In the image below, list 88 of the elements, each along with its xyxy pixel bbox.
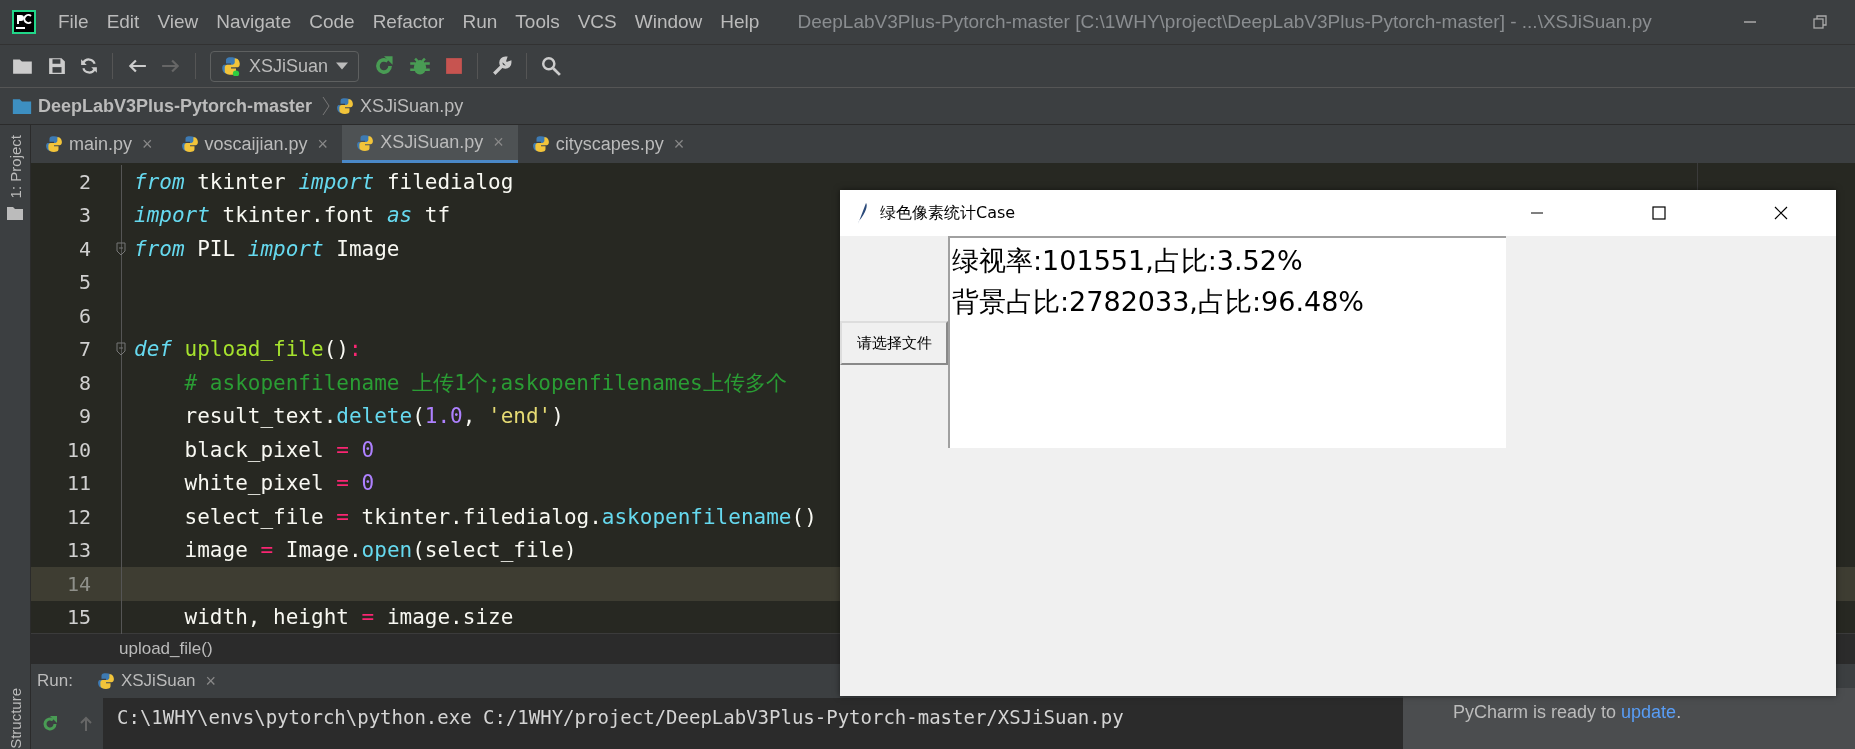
fold-marker-icon[interactable] — [116, 241, 126, 256]
folder-icon — [7, 206, 23, 221]
caret-icon — [336, 62, 349, 70]
line-number: 14 — [65, 571, 92, 596]
window-title: DeepLabV3Plus-Pytorch-master [C:\1WHY\project\DeepLabV3Plus-Pytorch-master] - ...\XSJiSuan.py — [797, 11, 1653, 33]
choose-file-button[interactable]: 请选择文件 — [840, 321, 948, 365]
menu-item[interactable]: Help — [720, 11, 760, 33]
code-line: # askopenfilename 上传1个;askopenfilenames上传多个 — [183, 369, 787, 397]
python-file-icon — [180, 135, 199, 153]
line-number: 4 — [77, 236, 92, 261]
run-configuration-dropdown[interactable]: XSJiSuan — [210, 50, 360, 82]
line-number: 10 — [65, 437, 92, 462]
structure-side-tab[interactable]: Structure — [6, 688, 24, 749]
wrench-icon[interactable] — [492, 56, 513, 76]
notification-text: PyCharm is ready to update. — [1453, 702, 1682, 723]
project-side-tab[interactable]: 1: Project — [6, 135, 24, 199]
editor-breadcrumb[interactable]: upload_file() — [119, 639, 213, 659]
menu-item[interactable]: Window — [634, 11, 703, 33]
python-file-icon — [45, 135, 63, 153]
folder-icon — [12, 98, 32, 114]
run-tab[interactable]: XSJiSuan × — [90, 670, 223, 692]
line-number: 3 — [77, 203, 92, 228]
rerun-icon[interactable] — [373, 55, 396, 77]
run-label: Run: — [37, 671, 73, 691]
python-file-icon — [356, 133, 375, 152]
window-title: 绿色像素统计Case — [880, 202, 1016, 224]
maximize-icon[interactable] — [1651, 205, 1667, 221]
code-line: def upload_file(): — [134, 337, 362, 362]
python-icon — [221, 56, 241, 76]
breadcrumb-item[interactable]: DeepLabV3Plus-Pytorch-master — [38, 95, 313, 117]
code-line: from tkinter import filedialog — [134, 169, 514, 194]
result-line: 绿视率:101551,占比:3.52% — [952, 244, 1304, 278]
file-tab[interactable]: XSJiSuan.py × — [342, 125, 518, 163]
folder-icon[interactable] — [12, 57, 34, 75]
code-line: select_file = tkinter.filedialog.askopenfilename() — [183, 504, 817, 529]
close-icon[interactable]: × — [205, 670, 217, 692]
line-number: 15 — [65, 605, 92, 630]
menu-item[interactable]: Code — [309, 11, 355, 33]
restore-icon[interactable] — [1812, 14, 1828, 30]
menu-item[interactable]: Navigate — [216, 11, 292, 33]
close-icon[interactable] — [1773, 205, 1789, 221]
menu-item[interactable]: View — [157, 11, 199, 33]
close-icon[interactable]: × — [673, 133, 685, 155]
back-arrow-icon[interactable] — [127, 57, 147, 75]
menu-item[interactable]: Edit — [106, 11, 140, 33]
bug-icon[interactable] — [409, 55, 432, 77]
python-file-icon — [531, 135, 550, 153]
app-logo-icon — [12, 10, 36, 34]
code-line: from PIL import Image — [134, 236, 400, 261]
breadcrumb-item[interactable]: XSJiSuan.py — [360, 95, 464, 117]
close-icon[interactable]: × — [142, 133, 153, 155]
fold-marker-icon[interactable] — [116, 342, 126, 357]
update-link[interactable]: update — [1621, 702, 1677, 722]
line-number: 5 — [77, 270, 92, 295]
file-tab[interactable]: voscaijian.py × — [166, 125, 343, 163]
line-number: 13 — [65, 538, 92, 563]
feather-icon — [856, 201, 868, 225]
line-number: 2 — [77, 169, 92, 194]
line-number: 12 — [65, 504, 92, 529]
result-text-area[interactable]: 绿视率:101551,占比:3.52% 背景占比:2782033,占比:96.48% — [948, 236, 1506, 448]
stop-icon[interactable] — [445, 57, 464, 75]
file-tab[interactable]: main.py × — [31, 125, 167, 163]
code-line: width, height = image.size — [183, 605, 514, 630]
console-output: C:\1WHY\envs\pytorch\python.exe C:/1WHY/project/DeepLabV3Plus-Pytorch-master/XSJiSuan.py — [116, 705, 1124, 730]
file-tab[interactable]: cityscapes.py × — [517, 125, 699, 163]
menu-item[interactable]: VCS — [577, 11, 617, 33]
menu-item[interactable]: Run — [462, 11, 498, 33]
line-number: 6 — [77, 303, 92, 328]
code-line: image = Image.open(select_file) — [183, 538, 577, 563]
chevron-icon — [322, 95, 331, 117]
code-line: black_pixel = 0 — [183, 437, 375, 462]
result-line: 背景占比:2782033,占比:96.48% — [952, 285, 1365, 319]
code-line: import tkinter.font as tf — [134, 203, 451, 228]
python-icon — [96, 672, 115, 690]
code-line: result_text.delete(1.0, 'end') — [183, 404, 564, 429]
line-number: 7 — [77, 337, 92, 362]
line-number: 9 — [77, 404, 92, 429]
menu-item[interactable]: File — [58, 11, 89, 33]
code-line: white_pixel = 0 — [183, 471, 375, 496]
line-number: 8 — [77, 370, 92, 395]
line-number: 11 — [65, 471, 92, 496]
search-icon[interactable] — [541, 56, 562, 76]
sync-icon[interactable] — [80, 57, 98, 75]
menu-item[interactable]: Refactor — [372, 11, 445, 33]
save-icon[interactable] — [48, 57, 66, 75]
python-file-icon — [336, 97, 355, 115]
close-icon[interactable]: × — [317, 133, 329, 155]
menu-item[interactable]: Tools — [515, 11, 560, 33]
